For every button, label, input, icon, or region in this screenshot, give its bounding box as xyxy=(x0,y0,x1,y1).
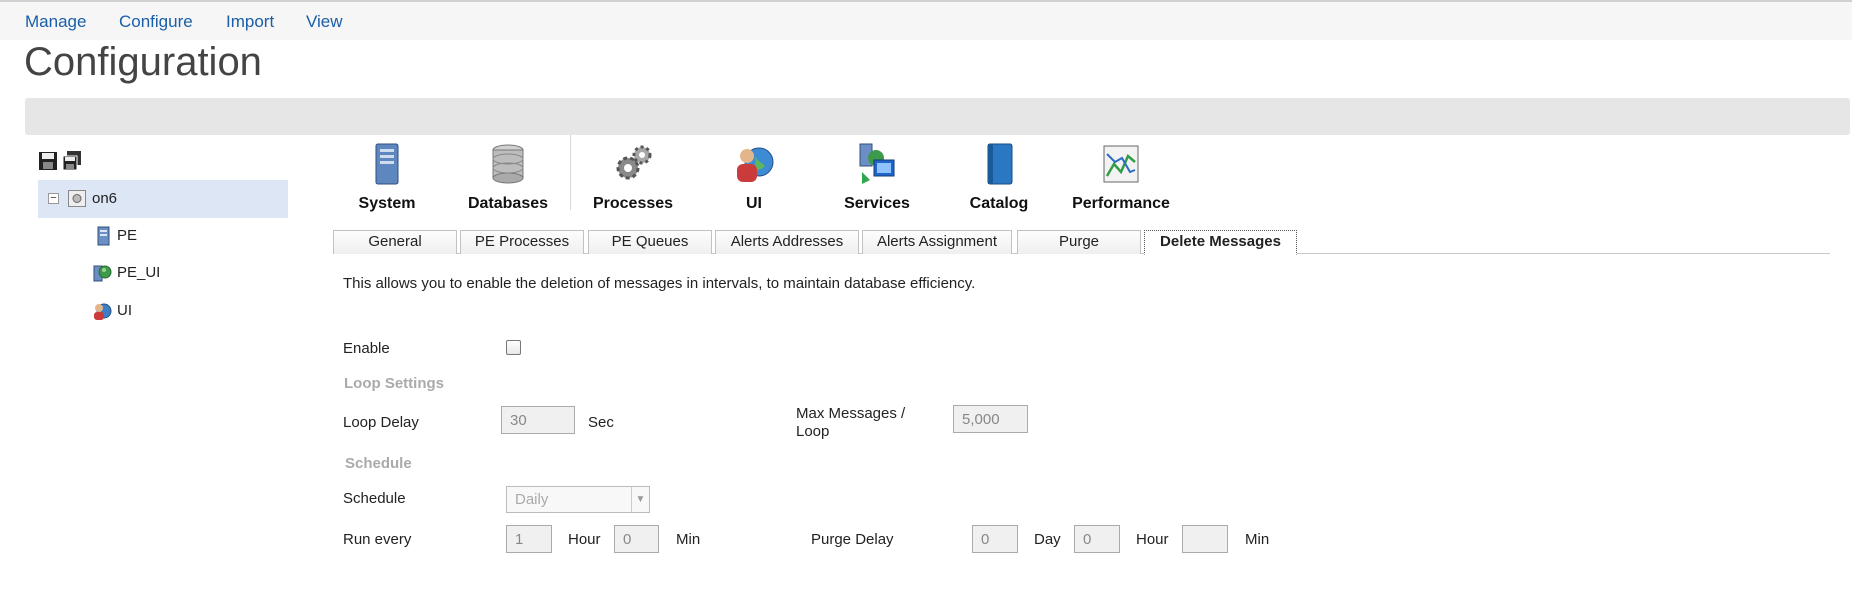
category-label: Performance xyxy=(1072,195,1170,212)
tab-delete-messages[interactable]: Delete Messages xyxy=(1144,230,1297,255)
database-icon xyxy=(492,144,524,184)
category-label: System xyxy=(358,195,416,212)
category-processes[interactable]: Processes xyxy=(578,140,688,212)
gears-icon xyxy=(616,145,652,180)
category-catalog[interactable]: Catalog xyxy=(944,140,1054,212)
tree-node-root[interactable]: − on6 xyxy=(38,180,288,218)
tree-node-ui[interactable]: UI xyxy=(117,302,132,319)
category-databases[interactable]: Databases xyxy=(453,140,563,212)
purge-delay-label: Purge Delay xyxy=(811,531,894,548)
max-messages-input[interactable] xyxy=(953,405,1028,433)
tab-pe-processes[interactable]: PE Processes xyxy=(460,230,584,254)
tree-node-pe[interactable]: PE xyxy=(117,227,137,244)
pe-server-icon xyxy=(97,226,110,246)
server-icon xyxy=(68,190,86,207)
page-title: Configuration xyxy=(24,40,262,84)
menu-manage[interactable]: Manage xyxy=(25,12,86,32)
pe-ui-icon xyxy=(93,265,112,282)
enable-checkbox[interactable] xyxy=(506,340,521,355)
category-label: Catalog xyxy=(969,195,1029,212)
max-messages-label-line2: Loop xyxy=(796,423,830,440)
purge-delay-day-unit: Day xyxy=(1034,531,1061,548)
menu-import[interactable]: Import xyxy=(226,12,274,32)
purge-delay-hour-unit: Hour xyxy=(1136,531,1169,548)
tab-alerts-addresses[interactable]: Alerts Addresses xyxy=(715,230,859,254)
loop-delay-input[interactable] xyxy=(501,406,575,434)
category-label: Services xyxy=(844,195,910,212)
category-label: Processes xyxy=(592,195,674,212)
enable-label: Enable xyxy=(343,340,390,357)
category-system[interactable]: System xyxy=(332,140,442,212)
category-label: UI xyxy=(746,195,762,212)
schedule-select-value: Daily xyxy=(515,491,549,508)
system-icon xyxy=(375,143,399,185)
loop-settings-heading: Loop Settings xyxy=(344,375,444,392)
schedule-label: Schedule xyxy=(343,490,406,507)
max-messages-label: Max Messages / xyxy=(796,405,906,422)
tree-node-pe-ui[interactable]: PE_UI xyxy=(117,264,160,281)
tree-node-label: on6 xyxy=(92,190,118,207)
loop-delay-unit: Sec xyxy=(588,414,614,431)
purge-delay-day-input[interactable] xyxy=(972,525,1018,553)
ui-globe-icon xyxy=(737,147,774,182)
schedule-select[interactable]: Daily ▼ xyxy=(506,486,650,513)
category-services[interactable]: Services xyxy=(822,140,932,212)
chevron-down-icon[interactable]: ▼ xyxy=(631,487,649,512)
run-every-hour-unit: Hour xyxy=(568,531,601,548)
loop-delay-label: Loop Delay xyxy=(343,414,419,431)
run-every-min-input[interactable] xyxy=(614,525,659,553)
toolbar-divider xyxy=(570,135,571,210)
run-every-label: Run every xyxy=(343,531,412,548)
menu-view[interactable]: View xyxy=(306,12,343,32)
menu-configure[interactable]: Configure xyxy=(119,12,193,32)
ui-icon xyxy=(94,303,112,320)
category-label: Databases xyxy=(467,195,549,212)
top-menu-bar: Manage Configure Import View xyxy=(0,0,1852,40)
header-band xyxy=(25,98,1850,135)
category-ui[interactable]: UI xyxy=(699,140,809,212)
run-every-hour-input[interactable] xyxy=(506,525,552,553)
services-icon xyxy=(859,143,895,184)
tab-general[interactable]: General xyxy=(333,230,457,254)
save-all-icon[interactable] xyxy=(62,151,82,171)
purge-delay-min-unit: Min xyxy=(1245,531,1270,548)
schedule-heading: Schedule xyxy=(345,455,412,472)
tab-purge[interactable]: Purge xyxy=(1017,230,1141,254)
collapse-icon[interactable]: − xyxy=(48,193,59,204)
category-performance[interactable]: Performance xyxy=(1066,140,1176,212)
tab-alerts-assignment[interactable]: Alerts Assignment xyxy=(862,230,1012,254)
performance-chart-icon xyxy=(1103,145,1139,183)
save-icon[interactable] xyxy=(38,151,58,171)
tab-pe-queues[interactable]: PE Queues xyxy=(588,230,712,254)
purge-delay-hour-input[interactable] xyxy=(1074,525,1120,553)
run-every-min-unit: Min xyxy=(676,531,701,548)
description-text: This allows you to enable the deletion o… xyxy=(343,275,976,292)
purge-delay-min-input[interactable] xyxy=(1182,525,1228,553)
book-icon xyxy=(987,143,1013,185)
